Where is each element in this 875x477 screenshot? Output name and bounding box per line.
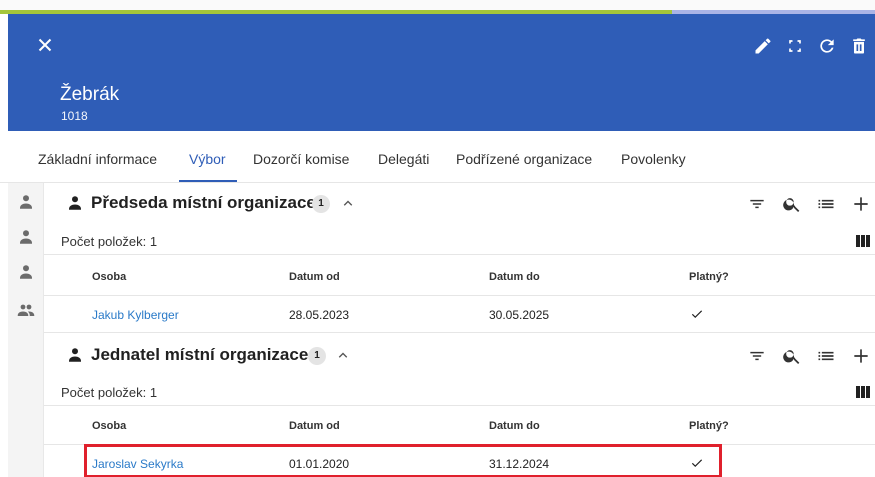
refresh-button[interactable] <box>811 34 843 58</box>
collapse-button[interactable] <box>339 194 357 212</box>
people-icon <box>17 304 35 316</box>
column-header-datum-do[interactable]: Datum do <box>489 420 540 432</box>
list-icon <box>818 351 834 361</box>
plus-icon <box>854 349 868 363</box>
plus-icon <box>854 197 868 211</box>
section-title: Jednatel místní organizace <box>91 345 309 364</box>
columns-icon <box>856 386 870 398</box>
column-header-platny[interactable]: Platný? <box>689 271 729 283</box>
tab-dozorci-komise[interactable]: Dozorčí komise <box>253 151 349 167</box>
tab-vybor[interactable]: Výbor <box>189 151 226 167</box>
list-icon <box>818 199 834 209</box>
collapse-button[interactable] <box>334 346 352 364</box>
search-icon <box>783 350 800 364</box>
rail-item-person[interactable] <box>17 263 35 281</box>
search-icon <box>783 198 800 212</box>
tab-bar: Základní informace Výbor Dozorčí komise … <box>0 131 875 183</box>
fullscreen-icon <box>789 40 801 52</box>
column-header-osoba[interactable]: Osoba <box>92 271 126 283</box>
search-button[interactable] <box>781 193 803 215</box>
delete-button[interactable] <box>843 34 875 58</box>
person-icon <box>66 346 84 364</box>
column-header-osoba[interactable]: Osoba <box>92 420 126 432</box>
person-icon <box>20 265 32 279</box>
check-icon <box>690 307 704 321</box>
tab-povolenky[interactable]: Povolenky <box>621 151 686 167</box>
list-view-button[interactable] <box>815 193 837 215</box>
close-icon <box>38 38 52 52</box>
section-title: Předseda místní organizace <box>91 193 316 212</box>
columns-button[interactable] <box>855 233 871 249</box>
filter-button[interactable] <box>746 345 768 367</box>
column-header-datum-do[interactable]: Datum do <box>489 271 540 283</box>
count-badge: 1 <box>308 347 326 365</box>
add-button[interactable] <box>850 193 872 215</box>
search-button[interactable] <box>781 345 803 367</box>
chevron-up-icon <box>343 200 353 206</box>
section-header-predseda: Předseda místní organizace 1 <box>44 185 875 221</box>
page-title: Žebrák <box>60 84 120 105</box>
date-from-cell: 01.01.2020 <box>289 457 350 471</box>
date-to-cell: 31.12.2024 <box>489 457 550 471</box>
edit-button[interactable] <box>747 34 779 58</box>
columns-icon <box>856 235 870 247</box>
tab-podrizene-organizace[interactable]: Podřízené organizace <box>456 151 592 167</box>
item-count-row: Počet položek: 1 <box>44 378 875 406</box>
edit-icon <box>755 38 771 54</box>
check-icon <box>690 456 704 470</box>
left-rail <box>8 183 44 477</box>
table-header: Osoba Datum od Datum do Platný? <box>44 260 875 296</box>
detail-header: Žebrák 1018 <box>8 14 875 131</box>
list-view-button[interactable] <box>815 345 837 367</box>
close-button[interactable] <box>34 34 56 56</box>
date-from-cell: 28.05.2023 <box>289 308 350 322</box>
person-icon <box>20 230 32 244</box>
filter-icon <box>750 199 764 209</box>
column-header-datum-od[interactable]: Datum od <box>289 271 340 283</box>
table-header: Osoba Datum od Datum do Platný? <box>44 409 875 445</box>
rail-item-predseda[interactable] <box>17 193 35 211</box>
add-button[interactable] <box>850 345 872 367</box>
rail-item-group[interactable] <box>17 301 35 319</box>
person-link[interactable]: Jakub Kylberger <box>92 308 179 322</box>
progress-strip <box>0 0 875 14</box>
person-icon <box>20 195 32 209</box>
chevron-up-icon <box>338 352 348 358</box>
item-count-row: Počet položek: 1 <box>44 227 875 255</box>
person-link[interactable]: Jaroslav Sekyrka <box>92 457 183 471</box>
section-header-jednatel: Jednatel místní organizace 1 <box>44 337 875 373</box>
filter-button[interactable] <box>746 193 768 215</box>
date-to-cell: 30.05.2025 <box>489 308 550 322</box>
column-header-datum-od[interactable]: Datum od <box>289 420 340 432</box>
header-actions <box>747 34 875 58</box>
delete-icon <box>853 38 865 54</box>
page: Žebrák 1018 Základní informace Výbor Doz… <box>0 0 875 477</box>
columns-button[interactable] <box>855 384 871 400</box>
item-count: Počet položek: 1 <box>61 234 158 249</box>
page-subtitle: 1018 <box>61 109 88 123</box>
item-count: Počet položek: 1 <box>61 385 158 400</box>
rail-item-jednatel[interactable] <box>17 228 35 246</box>
tab-delegati[interactable]: Delegáti <box>378 151 429 167</box>
tab-zakladni-informace[interactable]: Základní informace <box>38 151 157 167</box>
table-row[interactable]: Jakub Kylberger 28.05.2023 30.05.2025 <box>44 297 875 333</box>
active-tab-indicator <box>179 180 237 182</box>
filter-icon <box>750 351 764 361</box>
column-header-platny[interactable]: Platný? <box>689 420 729 432</box>
fullscreen-button[interactable] <box>779 34 811 58</box>
person-icon <box>66 194 84 212</box>
refresh-icon <box>820 39 834 53</box>
table-row[interactable]: Jaroslav Sekyrka 01.01.2020 31.12.2024 <box>44 446 875 477</box>
count-badge: 1 <box>312 195 330 213</box>
